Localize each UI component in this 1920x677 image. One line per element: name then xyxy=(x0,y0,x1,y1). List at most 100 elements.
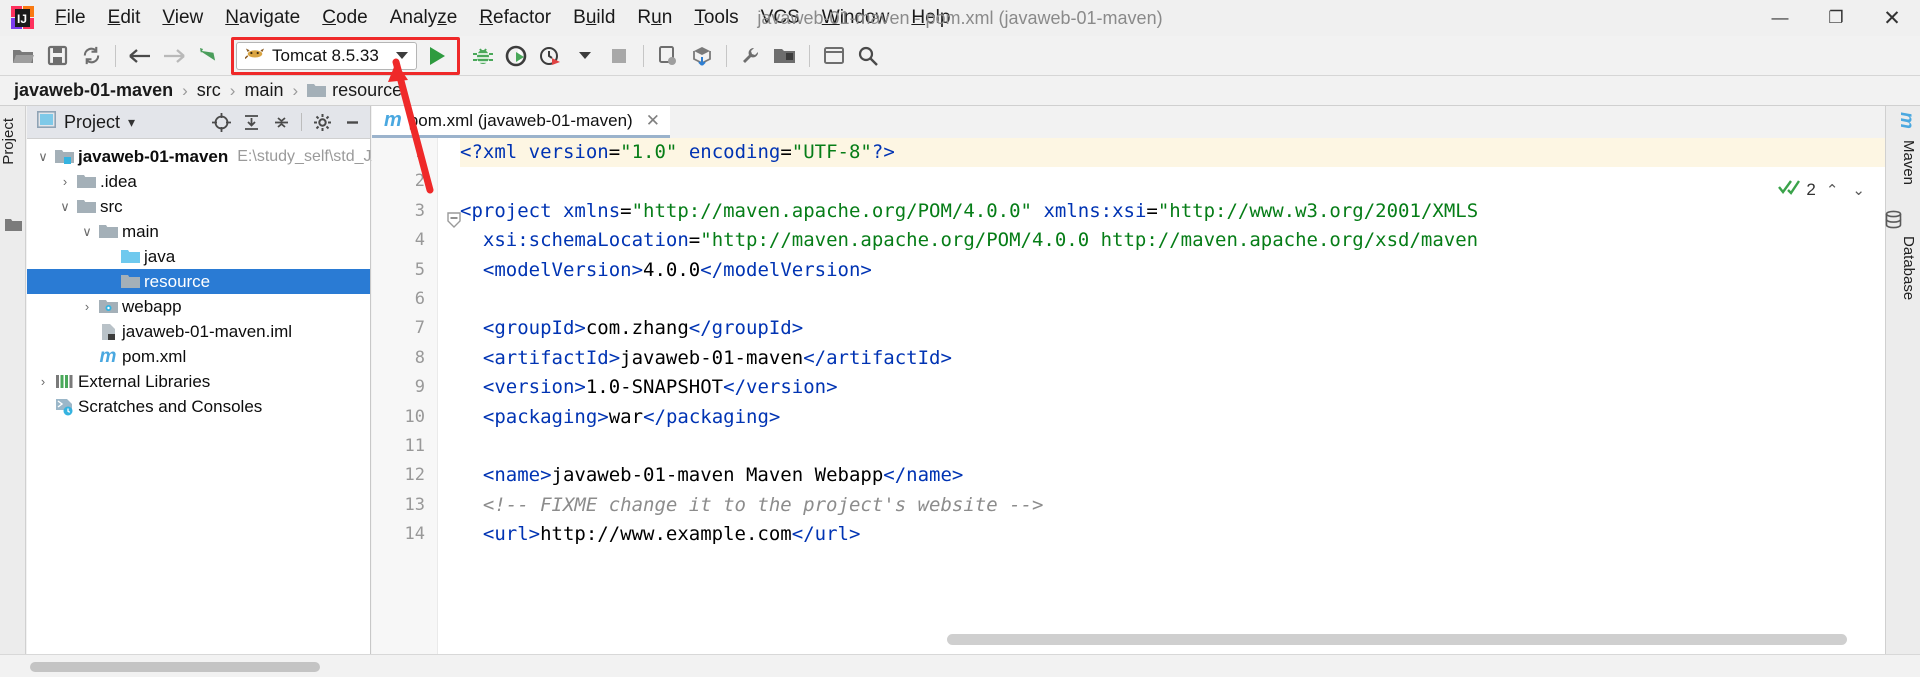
maven-m-icon: m xyxy=(99,346,117,367)
stop-icon[interactable] xyxy=(602,39,636,73)
settings-wrench-icon[interactable] xyxy=(734,39,768,73)
inspection-widget[interactable]: 2 ⌃ ⌄ xyxy=(1778,178,1869,201)
tab-pom-xml[interactable]: m pom.xml (javaweb-01-maven) ✕ xyxy=(372,106,670,138)
build-artifact-icon[interactable] xyxy=(685,39,719,73)
tree-node-java[interactable]: java xyxy=(27,244,370,269)
profiler-icon[interactable] xyxy=(534,39,568,73)
maximize-button[interactable]: ❐ xyxy=(1808,0,1864,36)
code-token: war xyxy=(608,405,644,428)
tree-node-resource[interactable]: resource xyxy=(27,269,370,294)
code-token: 4.0.0 xyxy=(643,258,701,281)
project-panel-actions xyxy=(207,108,370,136)
tree-node-idea[interactable]: › .idea xyxy=(27,169,370,194)
settings-gear-icon[interactable] xyxy=(308,108,336,136)
menu-build[interactable]: Build xyxy=(562,4,626,32)
code-line: <project xmlns="http://maven.apache.org/… xyxy=(460,197,1885,226)
code-token: = xyxy=(688,229,701,252)
right-tab-maven[interactable]: Maven xyxy=(1889,140,1917,185)
run-configuration-selector[interactable]: Tomcat 8.5.33 xyxy=(236,41,417,70)
tree-node-webapp[interactable]: › webapp xyxy=(27,294,370,319)
code-token: <modelVersion> xyxy=(482,258,644,281)
breadcrumb-item-resource[interactable]: resource xyxy=(332,80,402,101)
right-tab-database[interactable]: Database xyxy=(1889,236,1917,300)
update-app-icon[interactable] xyxy=(651,39,685,73)
breadcrumb-item-src[interactable]: src xyxy=(197,80,221,101)
navigate-forward-icon[interactable] xyxy=(157,39,191,73)
menu-analyze[interactable]: Analyze xyxy=(379,4,469,32)
breadcrumb-item-project[interactable]: javaweb-01-maven xyxy=(14,80,173,101)
inspection-count: 2 xyxy=(1806,179,1816,199)
breadcrumb-separator: › xyxy=(292,80,299,100)
minimize-button[interactable]: — xyxy=(1752,0,1808,36)
scratches-icon xyxy=(53,398,75,416)
code-token: http://www.example.com xyxy=(540,523,792,546)
code-editor[interactable]: 1 2 3 4 5 6 7 8 9 10 11 12 13 14 <?xml version="1.0" … xyxy=(372,138,1885,654)
chevron-down-icon[interactable]: ▾ xyxy=(128,114,135,131)
expand-all-icon[interactable] xyxy=(237,108,265,136)
hide-panel-icon[interactable] xyxy=(338,108,366,136)
editor-horizontal-scrollbar[interactable] xyxy=(947,634,1847,645)
last-edit-location-icon[interactable] xyxy=(191,39,225,73)
toolbar-divider xyxy=(115,44,116,67)
menu-edit[interactable]: Edit xyxy=(97,4,152,32)
tree-node-src[interactable]: ∨ src xyxy=(27,194,370,219)
breadcrumb: javaweb-01-maven › src › main › resource xyxy=(0,76,1920,106)
close-button[interactable]: ✕ xyxy=(1864,0,1920,36)
chevron-right-icon[interactable]: › xyxy=(55,174,75,189)
collapse-all-icon[interactable] xyxy=(267,108,295,136)
chevron-right-icon[interactable]: › xyxy=(77,299,97,314)
profiler-dropdown-icon[interactable] xyxy=(568,39,602,73)
right-tab-maven-icon[interactable]: m xyxy=(1889,112,1917,129)
sync-refresh-icon[interactable] xyxy=(74,39,108,73)
code-token: "http://maven.apache.org/POM/4.0.0" xyxy=(631,199,1032,222)
tree-node-javaweb-01-maven[interactable]: ∨ javaweb-01-maven E:\study_self\std_JAV xyxy=(27,144,391,169)
menu-vcs[interactable]: VCS xyxy=(750,4,811,32)
chevron-up-icon[interactable]: ⌃ xyxy=(1822,181,1843,199)
chevron-down-icon[interactable]: ∨ xyxy=(33,149,53,165)
chevron-right-icon[interactable]: › xyxy=(33,374,53,389)
chevron-down-icon[interactable]: ⌄ xyxy=(1848,181,1869,199)
code-line: <url>http://www.example.com</url> xyxy=(460,520,1885,549)
project-structure-icon[interactable] xyxy=(768,39,802,73)
navigate-back-icon[interactable] xyxy=(123,39,157,73)
tree-node-pom-xml[interactable]: m pom.xml xyxy=(27,344,370,369)
structure-folder-icon[interactable] xyxy=(5,218,22,237)
chevron-down-icon[interactable]: ∨ xyxy=(77,224,97,240)
tree-node-scratches-and-consoles[interactable]: Scratches and Consoles xyxy=(27,394,370,419)
line-number: 9 xyxy=(414,377,425,398)
menu-view[interactable]: View xyxy=(151,4,214,32)
search-everywhere-icon[interactable] xyxy=(851,39,885,73)
menu-window[interactable]: Window xyxy=(811,4,901,32)
code-token: xmlns xyxy=(562,199,621,222)
editor-area: m pom.xml (javaweb-01-maven) ✕ 123456789… xyxy=(372,106,1885,654)
code-token: </groupId> xyxy=(688,317,804,340)
menu-run[interactable]: Run xyxy=(626,4,683,32)
run-with-coverage-icon[interactable] xyxy=(500,39,534,73)
menu-file[interactable]: File xyxy=(44,4,97,32)
tab-label: pom.xml (javaweb-01-maven) xyxy=(408,110,633,130)
save-all-icon[interactable] xyxy=(40,39,74,73)
code-token: <packaging> xyxy=(482,405,609,428)
project-panel-horizontal-scrollbar[interactable] xyxy=(30,662,320,672)
terminal-icon[interactable] xyxy=(817,39,851,73)
tree-node-main[interactable]: ∨ main xyxy=(27,219,370,244)
tree-node-javaweb-01-maven-iml[interactable]: javaweb-01-maven.iml xyxy=(27,319,370,344)
chevron-down-icon[interactable] xyxy=(395,52,408,59)
menu-navigate[interactable]: Navigate xyxy=(214,4,311,32)
menu-code[interactable]: Code xyxy=(311,4,378,32)
menu-refactor[interactable]: Refactor xyxy=(468,4,562,32)
chevron-down-icon[interactable]: ∨ xyxy=(55,199,75,215)
select-opened-file-icon[interactable] xyxy=(207,108,235,136)
run-button[interactable] xyxy=(417,39,457,73)
source-folder-icon xyxy=(119,249,141,265)
debug-bug-icon[interactable] xyxy=(466,39,500,73)
tree-node-external-libraries[interactable]: › External Libraries xyxy=(27,369,370,394)
code-token: "UTF-8" xyxy=(791,141,872,163)
breadcrumb-item-main[interactable]: main xyxy=(244,80,283,101)
close-icon[interactable]: ✕ xyxy=(646,111,660,131)
sidebar-tab-project[interactable]: Project xyxy=(0,114,26,169)
menu-tools[interactable]: Tools xyxy=(683,4,749,32)
open-project-icon[interactable] xyxy=(6,39,40,73)
menu-help[interactable]: Help xyxy=(900,4,961,32)
